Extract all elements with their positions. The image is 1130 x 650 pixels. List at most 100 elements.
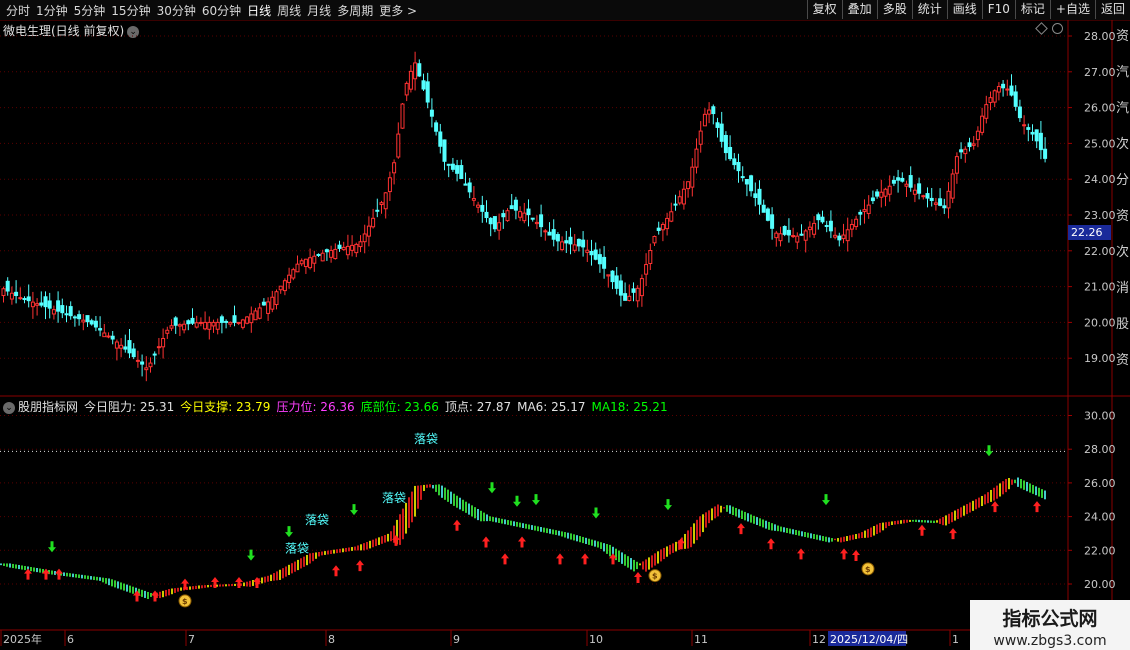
candle-body: [606, 274, 611, 277]
down-arrow-icon: [513, 495, 521, 507]
candle-body: [194, 322, 199, 328]
right-panel-char: 汽: [1116, 65, 1129, 80]
candle-body: [837, 235, 842, 241]
candle-body: [623, 293, 628, 301]
candle-body: [585, 249, 590, 253]
down-arrow-icon: [822, 494, 830, 506]
candle-body: [765, 208, 770, 221]
candle-body: [736, 161, 741, 172]
up-arrow-icon: [797, 548, 805, 560]
y-tick-label: 22.00: [1084, 245, 1116, 258]
candle-body: [249, 313, 254, 324]
candle-body: [47, 300, 52, 309]
candle-body: [719, 123, 724, 142]
candle-body: [921, 195, 926, 198]
candle-body: [1026, 127, 1031, 130]
up-arrow-icon: [737, 523, 745, 535]
candle-body: [140, 361, 145, 365]
down-arrow-icon: [985, 445, 993, 457]
candle-body: [631, 288, 636, 293]
candle-body: [539, 214, 544, 228]
candle-body: [165, 329, 170, 334]
candle-body: [215, 321, 220, 330]
candle-body: [224, 320, 229, 323]
candle-body: [77, 314, 82, 320]
up-arrow-icon: [767, 538, 775, 550]
candle-body: [749, 175, 754, 192]
y-tick-label: 21.00: [1084, 281, 1116, 294]
right-panel-char: 分: [1116, 173, 1129, 188]
candle-body: [131, 348, 136, 358]
candle-body: [702, 113, 707, 127]
x-tick-label: 10: [589, 633, 603, 646]
y-tick-label: 20.00: [1084, 578, 1116, 591]
candle-body: [173, 317, 178, 326]
candle-body: [51, 309, 56, 315]
up-arrow-icon: [482, 536, 490, 548]
candle-body: [803, 230, 808, 241]
candle-body: [740, 176, 745, 179]
y-tick-label: 25.00: [1084, 137, 1116, 150]
legend-item: 压力位: 26.36: [276, 400, 355, 414]
candle-body: [593, 249, 598, 260]
candle-body: [509, 205, 514, 210]
candle-body: [26, 296, 31, 302]
chart-canvas[interactable]: 28.00 27.00 26.00 25.00 24.00 23.00 22.00 21.00…: [0, 0, 1130, 650]
candle-body: [341, 246, 346, 251]
candle-body: [938, 198, 943, 206]
up-arrow-icon: [356, 560, 364, 572]
candle-body: [933, 202, 938, 205]
up-arrow-icon: [1033, 501, 1041, 513]
candle-body: [375, 209, 380, 212]
candle-body: [555, 234, 560, 242]
candle-body: [690, 166, 695, 188]
candle-body: [245, 316, 250, 324]
candle-body: [60, 305, 65, 314]
candle-body: [774, 232, 779, 239]
right-panel-char: 股: [1116, 317, 1129, 332]
right-panel-char: 次: [1116, 136, 1129, 152]
candle-body: [597, 254, 602, 265]
up-arrow-icon: [501, 553, 509, 565]
candle-body: [324, 249, 329, 253]
candle-body: [984, 104, 989, 119]
y-tick-label: 30.00: [1084, 410, 1116, 423]
candle-body: [526, 208, 531, 216]
down-arrow-icon: [247, 549, 255, 561]
candle-body: [959, 149, 964, 153]
x-tick-label: 1: [952, 633, 959, 646]
candle-body: [820, 216, 825, 223]
candle-body: [1009, 85, 1014, 96]
candle-body: [543, 230, 548, 233]
candle-body: [744, 179, 749, 185]
candle-body: [992, 90, 997, 103]
annotation-label: 落袋: [382, 491, 406, 505]
down-arrow-icon: [285, 526, 293, 538]
candle-body: [534, 221, 539, 225]
down-arrow-icon: [592, 507, 600, 519]
candle-body: [501, 213, 506, 218]
candle-body: [358, 241, 363, 248]
candle-body: [845, 229, 850, 242]
candle-body: [824, 225, 829, 228]
candle-body: [812, 222, 817, 235]
up-arrow-icon: [634, 571, 642, 583]
candle-body: [677, 196, 682, 204]
candle-body: [161, 337, 166, 348]
candle-body: [1001, 83, 1006, 89]
candle-body: [337, 244, 342, 249]
candle-body: [656, 227, 661, 231]
chevron-down-icon[interactable]: ⌄: [3, 401, 15, 414]
candle-body: [963, 148, 968, 155]
down-arrow-icon: [488, 482, 496, 494]
candle-body: [870, 197, 875, 202]
candle-body: [1017, 106, 1022, 119]
legend-item: 顶点: 27.87: [444, 400, 512, 414]
candle-body: [1013, 91, 1018, 107]
candle-body: [471, 198, 476, 201]
candle-body: [639, 278, 644, 297]
candle-body: [782, 226, 787, 235]
candle-body: [942, 205, 947, 209]
y-tick-label: 24.00: [1084, 173, 1116, 186]
candle-body: [198, 321, 203, 324]
